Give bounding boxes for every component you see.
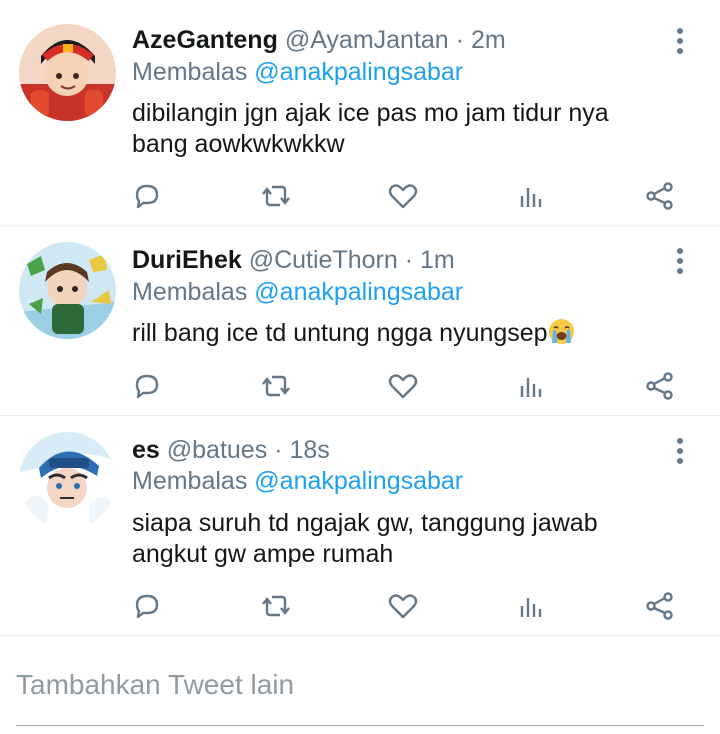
retweet-icon[interactable] [258, 588, 294, 624]
user-handle[interactable]: @AyamJantan [285, 26, 449, 54]
reply-icon[interactable] [129, 368, 165, 404]
analytics-icon[interactable] [514, 178, 550, 214]
display-name[interactable]: AzeGanteng [132, 26, 278, 54]
tweet-header: es @batues · 18s [132, 435, 330, 465]
tweet-text: rill bang ice td untung ngga nyungsep [132, 319, 548, 347]
tweet-text-wrap: rill bang ice td untung ngga nyungsep [132, 318, 652, 349]
like-icon[interactable] [385, 368, 421, 404]
avatar[interactable] [19, 242, 116, 339]
tweet[interactable]: AzeGanteng @AyamJantan · 2m Membalas @an… [0, 0, 720, 226]
avatar[interactable] [19, 432, 116, 529]
analytics-icon[interactable] [514, 368, 550, 404]
avatar[interactable] [19, 24, 116, 121]
reply-context: Membalas @anakpalingsabar [132, 277, 463, 307]
reply-prefix: Membalas [132, 278, 248, 306]
tweet-actions [0, 178, 720, 214]
tweet-actions [0, 588, 720, 624]
share-icon[interactable] [642, 368, 678, 404]
reply-context: Membalas @anakpalingsabar [132, 466, 463, 496]
tweet-text: siapa suruh td ngajak gw, tanggung jawab… [132, 509, 598, 568]
like-icon[interactable] [385, 588, 421, 624]
timestamp[interactable]: 1m [420, 246, 455, 274]
reply-mention-link[interactable]: @anakpalingsabar [254, 58, 463, 86]
analytics-icon[interactable] [514, 588, 550, 624]
reply-prefix: Membalas [132, 467, 248, 495]
crying-face-emoji-icon [548, 318, 575, 345]
reply-mention-link[interactable]: @anakpalingsabar [254, 278, 463, 306]
tweet-header: DuriEhek @CutieThorn · 1m [132, 245, 455, 275]
avatar-image [19, 24, 116, 121]
user-handle[interactable]: @batues [167, 436, 267, 464]
display-name[interactable]: DuriEhek [132, 246, 242, 274]
tweet-actions [0, 368, 720, 404]
retweet-icon[interactable] [258, 368, 294, 404]
reply-mention-link[interactable]: @anakpalingsabar [254, 467, 463, 495]
separator-dot: · [274, 436, 283, 464]
display-name[interactable]: es [132, 436, 160, 464]
like-icon[interactable] [385, 178, 421, 214]
separator-dot: · [455, 26, 464, 54]
avatar-image [19, 242, 116, 339]
share-icon[interactable] [642, 178, 678, 214]
reply-icon[interactable] [129, 178, 165, 214]
tweet[interactable]: DuriEhek @CutieThorn · 1m Membalas @anak… [0, 226, 720, 416]
tweet-text: dibilangin jgn ajak ice pas mo jam tidur… [132, 99, 609, 158]
timestamp[interactable]: 2m [471, 26, 506, 54]
retweet-icon[interactable] [258, 178, 294, 214]
reply-prefix: Membalas [132, 58, 248, 86]
reply-context: Membalas @anakpalingsabar [132, 57, 463, 87]
timestamp[interactable]: 18s [289, 436, 329, 464]
more-options-icon[interactable] [668, 245, 692, 279]
reply-icon[interactable] [129, 588, 165, 624]
avatar-image [19, 432, 116, 529]
separator-dot: · [404, 246, 414, 274]
user-handle[interactable]: @CutieThorn [249, 246, 398, 274]
add-tweet-field[interactable]: Tambahkan Tweet lain [16, 660, 704, 726]
more-options-icon[interactable] [668, 25, 692, 59]
tweet-header: AzeGanteng @AyamJantan · 2m [132, 25, 506, 55]
more-options-icon[interactable] [668, 435, 692, 469]
add-tweet-placeholder[interactable]: Tambahkan Tweet lain [16, 668, 294, 702]
share-icon[interactable] [642, 588, 678, 624]
tweet[interactable]: es @batues · 18s Membalas @anakpalingsab… [0, 416, 720, 636]
